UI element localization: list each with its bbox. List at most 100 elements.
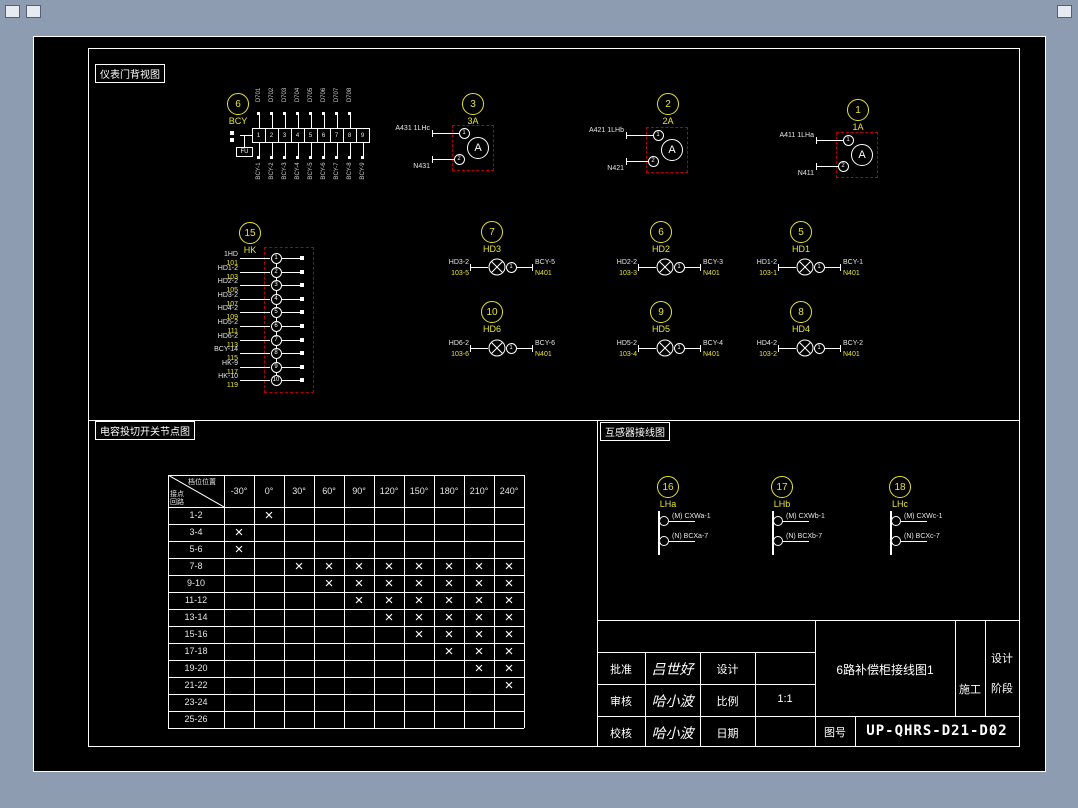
tap-label: D706 [320,87,327,103]
lamp-HD6-index-circle: 10 [481,301,503,323]
line [258,114,260,128]
drawing-title: 6路补偿柜接线图1 [836,663,934,677]
terminal-square [309,111,312,115]
ct-wire-label: (N) BCXc-7 [904,533,940,540]
line [362,143,364,156]
hk-wire-code: 1HD [223,251,238,258]
tap-label: BCY-4 [294,162,301,180]
ammeter-icon: A [661,139,683,161]
contact-mark: × [474,592,484,609]
line [168,728,524,729]
line [349,114,351,128]
wire-label: BCY-2 [843,340,863,347]
wire-label: N401 [535,351,552,358]
terminal-square [300,310,304,314]
indicator-lamp-icon [488,339,506,357]
line [626,161,648,162]
line [778,267,796,268]
wire-label: A431 1LHc [395,125,430,132]
wire-label: 103-5 [451,270,469,277]
terminal-circle: 4 [270,293,282,305]
contact-mark: × [354,575,364,592]
line [281,312,300,313]
lamp-HD1-index-circle: 5 [790,221,812,243]
line [240,258,270,259]
terminal-circle [659,516,669,526]
tap-label: BCY-9 [359,162,366,180]
line [700,345,701,352]
wire-label: 103-2 [759,351,777,358]
line [323,114,325,128]
table-col-header: 210° [469,486,489,496]
indicator-lamp-icon [656,258,674,276]
hk-wire-code: HD6-2 [217,333,238,340]
table-row-label: 17-18 [184,646,208,656]
terminal-square [283,111,286,115]
cell-number: 3 [282,133,287,139]
indicator-lamp-icon [796,339,814,357]
contact-mark: × [474,660,484,677]
ammeter-1A-index-circle: 1 [847,99,869,121]
line [336,114,338,128]
line [240,380,270,381]
contact-mark: × [504,609,514,626]
contact-mark: × [504,677,514,694]
wire-label: N431 [413,163,430,170]
line [281,353,300,354]
table-row-label: 11-12 [184,595,208,605]
contact-mark: × [504,643,514,660]
line [240,135,252,136]
line [470,348,488,349]
terminal-circle: 1 [270,252,282,264]
table-row-label: 21-22 [184,680,208,690]
hk-wire-code: HD2-2 [217,278,238,285]
line [284,475,285,728]
wire-label: N411 [797,170,814,177]
contact-mark: × [504,660,514,677]
wire-label: N401 [843,351,860,358]
line [168,694,524,695]
wire-label: N401 [703,351,720,358]
ct-LHc-label: LHc [891,499,908,509]
wire-label: BCY-4 [703,340,723,347]
line [168,524,524,525]
terminal-square [270,111,273,115]
stage-mid: 施工 [959,684,981,696]
tap-label: BCY-3 [281,162,288,180]
contact-mark: × [444,609,454,626]
line [336,143,338,156]
line [783,541,809,542]
tap-label: D703 [281,87,288,103]
cell-number: 9 [360,133,365,139]
line [840,264,841,271]
section-label-ct-diagram: 互感器接线图 [600,422,670,441]
terminal-circle: 1 [813,342,825,354]
section-label-instrument-view: 仪表门背视图 [95,64,165,83]
signature: 哈小波 [651,726,694,742]
line [816,163,817,170]
terminal-square [300,270,304,274]
bcy-label: BCY [228,116,248,126]
ct-wire-label: (N) BCXa-7 [672,533,709,540]
tap-label: BCY-2 [268,162,275,180]
line [240,272,270,273]
titleblock-label: 审核 [610,696,632,708]
lamp-HD6-label: HD6 [482,324,501,334]
line [281,340,300,341]
line [240,285,270,286]
line [281,272,300,273]
stage-right: 阶段 [991,683,1013,695]
line [284,114,286,128]
terminal-square [335,111,338,115]
cell-number: 2 [269,133,274,139]
tap-label: D704 [294,87,301,103]
wire-label: 103-3 [619,270,637,277]
line [271,143,273,156]
terminal-square [300,256,304,260]
contact-mark: × [474,609,484,626]
ammeter-2A-label: 2A [662,116,674,126]
table-col-header: 150° [409,486,429,496]
terminal-circle: 2 [270,266,282,278]
tap-label: BCY-6 [320,162,327,180]
line [310,143,312,156]
